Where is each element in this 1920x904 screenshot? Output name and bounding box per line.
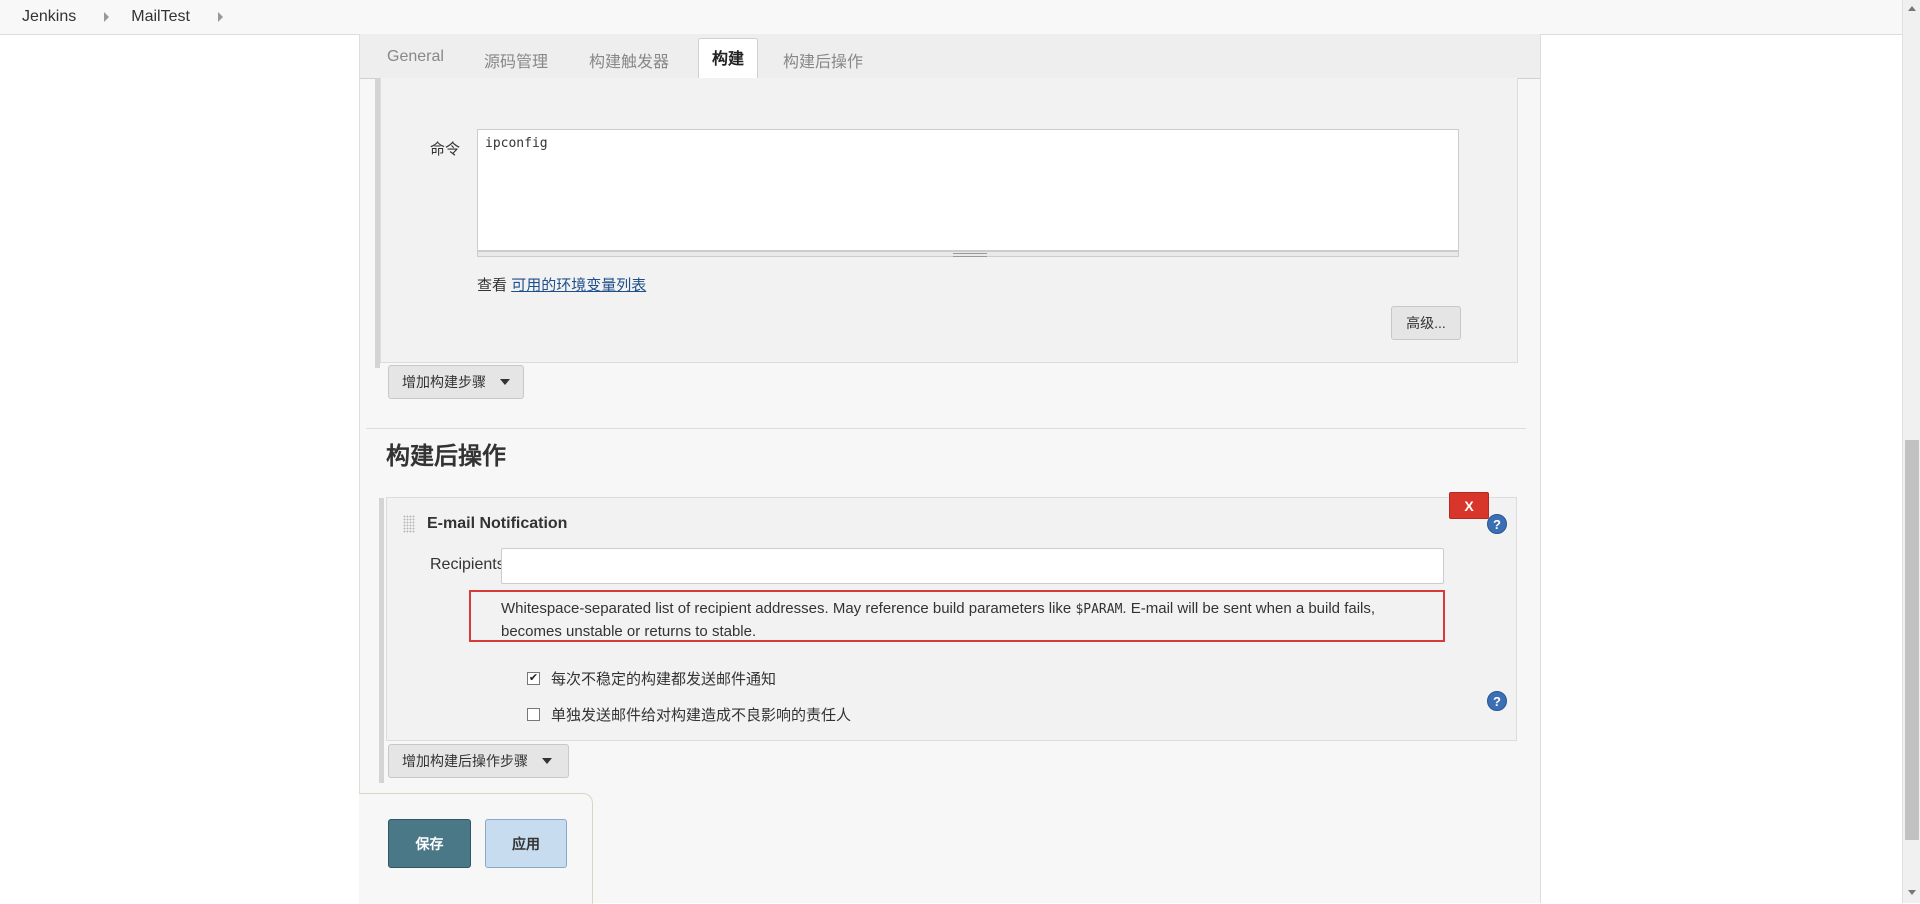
caret-down-icon <box>500 379 510 385</box>
scroll-up-icon[interactable] <box>1908 6 1916 11</box>
caret-down-icon <box>542 758 552 764</box>
culprits-checkbox-label: 单独发送邮件给对构建造成不良影响的责任人 <box>551 707 852 724</box>
param-code: $PARAM <box>1075 602 1123 617</box>
tab-scm[interactable]: 源码管理 <box>484 48 548 72</box>
checkbox-row-culprits: 单独发送邮件给对构建造成不良影响的责任人 <box>527 704 851 725</box>
command-label: 命令 <box>430 141 461 158</box>
unstable-checkbox-label: 每次不稳定的构建都发送邮件通知 <box>551 671 777 688</box>
build-step-block: 命令 ipconfig 查看 可用的环境变量列表 高级... <box>375 78 1518 368</box>
recipients-label: Recipients <box>430 556 505 573</box>
email-notification-block: E-mail Notification X ? Recipients White… <box>379 492 1517 783</box>
help-icon[interactable]: ? <box>1487 514 1507 534</box>
scrollbar-thumb[interactable] <box>1905 440 1919 840</box>
apply-button[interactable]: 应用 <box>485 819 567 868</box>
advanced-button[interactable]: 高级... <box>1391 306 1461 340</box>
add-build-step-label: 增加构建步骤 <box>402 374 486 390</box>
chevron-right-icon[interactable] <box>217 12 223 22</box>
email-block-border <box>379 498 384 783</box>
add-build-step-button[interactable]: 增加构建步骤 <box>388 365 524 399</box>
env-vars-link[interactable]: 可用的环境变量列表 <box>511 277 646 294</box>
save-button[interactable]: 保存 <box>388 819 471 868</box>
unstable-checkbox[interactable]: ✔ <box>527 672 540 685</box>
build-step-border <box>375 78 380 368</box>
textarea-resize-handle[interactable] <box>477 251 1459 257</box>
section-divider <box>366 428 1526 429</box>
drag-handle-icon[interactable] <box>403 515 415 533</box>
post-build-section-title: 构建后操作 <box>386 443 506 470</box>
tab-bar: General 源码管理 构建触发器 构建 构建后操作 <box>360 34 1540 80</box>
tab-post-build[interactable]: 构建后操作 <box>783 48 863 72</box>
vertical-scrollbar[interactable] <box>1902 0 1920 903</box>
chevron-right-icon[interactable] <box>104 12 110 22</box>
command-textarea[interactable]: ipconfig <box>477 129 1459 251</box>
env-vars-line: 查看 可用的环境变量列表 <box>477 274 646 295</box>
help-icon[interactable]: ? <box>1487 691 1507 711</box>
email-notification-title: E-mail Notification <box>427 515 568 532</box>
grip-icon <box>953 253 987 257</box>
env-vars-prefix: 查看 <box>477 277 508 294</box>
recipients-help-text: Whitespace-separated list of recipient a… <box>501 600 1376 640</box>
breadcrumb-mailtest[interactable]: MailTest <box>131 8 190 26</box>
culprits-checkbox[interactable] <box>527 708 540 721</box>
config-panel: General 源码管理 构建触发器 构建 构建后操作 命令 ipconfig … <box>359 34 1541 903</box>
checkbox-row-unstable: ✔ 每次不稳定的构建都发送邮件通知 <box>527 668 776 689</box>
recipients-input[interactable] <box>501 548 1444 584</box>
add-post-build-step-button[interactable]: 增加构建后操作步骤 <box>388 744 569 778</box>
breadcrumb-jenkins[interactable]: Jenkins <box>22 8 76 26</box>
save-bar: 保存 应用 <box>359 793 593 904</box>
tab-triggers[interactable]: 构建触发器 <box>589 48 669 72</box>
tab-build[interactable]: 构建 <box>698 38 759 80</box>
delete-button[interactable]: X <box>1449 492 1489 519</box>
add-post-build-step-label: 增加构建后操作步骤 <box>402 753 528 769</box>
scroll-down-icon[interactable] <box>1908 890 1916 895</box>
tab-general[interactable]: General <box>387 48 444 66</box>
breadcrumb: Jenkins MailTest <box>0 0 1902 35</box>
